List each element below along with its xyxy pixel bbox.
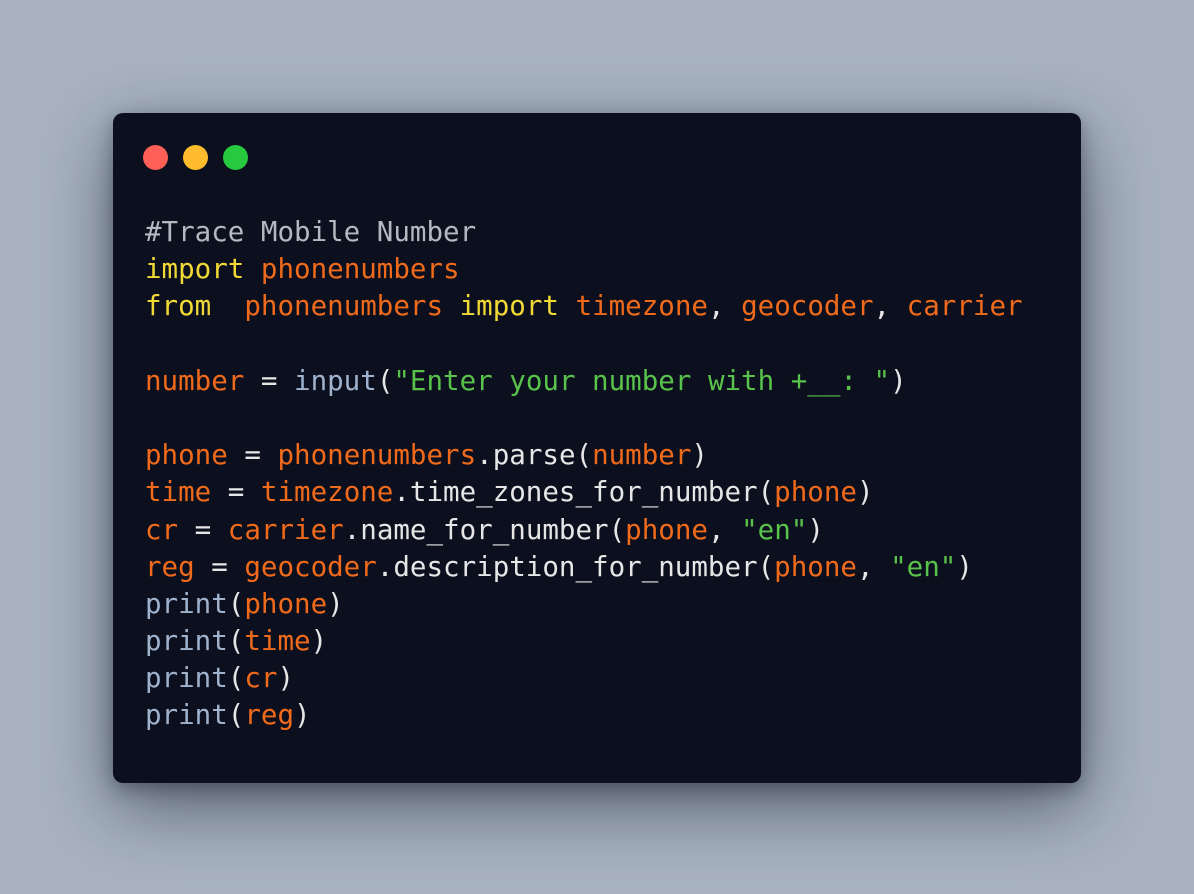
close-button[interactable]: [143, 145, 168, 170]
code-token-identifier: phone: [145, 439, 228, 472]
code-token-identifier: timezone: [575, 290, 708, 323]
code-line: ​: [145, 400, 1061, 437]
code-line: print(time): [145, 623, 1061, 660]
code-token-identifier: carrier: [227, 513, 344, 546]
code-token-identifier: time: [145, 476, 212, 509]
code-token-plain: =: [211, 476, 261, 509]
code-token-plain: (: [227, 625, 245, 658]
code-block: #Trace Mobile Number import phonenumbers f…: [145, 214, 1061, 735]
code-token-plain: ): [277, 662, 295, 695]
code-token-keyword: import: [145, 253, 245, 286]
code-token-identifier: reg: [145, 550, 195, 583]
code-token-builtin: print: [145, 587, 228, 620]
code-token-plain: .name_for_number(: [343, 513, 626, 546]
code-token-plain: ): [294, 699, 311, 732]
code-token-identifier: phonenumbers: [260, 253, 460, 286]
code-token-plain: (: [227, 662, 245, 695]
code-token-plain: =: [178, 513, 228, 546]
code-token-plain: (: [227, 587, 245, 620]
code-token-plain: .parse(: [476, 439, 593, 472]
code-token-identifier: timezone: [260, 476, 394, 509]
code-line: ​: [145, 326, 1061, 363]
code-token-plain: ): [691, 439, 708, 472]
code-token-identifier: cr: [145, 513, 179, 546]
code-line: print(phone): [145, 586, 1061, 623]
code-token-identifier: carrier: [906, 290, 1023, 323]
code-token-identifier: time: [244, 625, 311, 658]
code-line: time = timezone.time_zones_for_number(ph…: [145, 474, 1061, 511]
code-token-builtin: print: [145, 625, 228, 658]
window-controls: [143, 145, 248, 170]
code-token-plain: ): [956, 550, 973, 583]
code-token-identifier: phonenumbers: [277, 439, 477, 472]
code-token-plain: ): [327, 587, 344, 620]
code-token-identifier: phone: [244, 587, 328, 620]
code-token-builtin: print: [145, 699, 228, 732]
code-token-builtin: input: [294, 364, 377, 397]
code-line: phone = phonenumbers.parse(number): [145, 437, 1061, 474]
code-line: reg = geocoder.description_for_number(ph…: [145, 549, 1061, 586]
code-token-plain: =: [244, 364, 295, 397]
code-token-identifier: number: [592, 439, 692, 472]
code-token-plain: =: [194, 550, 245, 583]
minimize-button[interactable]: [183, 145, 208, 170]
code-token-builtin: print: [145, 662, 228, 695]
code-token-plain: .description_for_number(: [376, 550, 775, 583]
code-token-identifier: geocoder: [741, 290, 874, 323]
code-token-plain: ,: [873, 290, 907, 323]
code-token-plain: ,: [707, 513, 742, 546]
code-token-keyword: import: [459, 290, 559, 323]
code-token-plain: ,: [856, 550, 891, 583]
code-token-identifier: cr: [244, 662, 278, 695]
code-line: #Trace Mobile Number: [145, 214, 1061, 251]
code-token-identifier: phone: [774, 550, 857, 583]
code-token-plain: =: [227, 439, 278, 472]
code-token-plain: ): [856, 476, 874, 509]
code-window: #Trace Mobile Number import phonenumbers f…: [113, 113, 1081, 783]
code-token-plain: ): [890, 364, 907, 397]
code-token-identifier: phone: [625, 513, 708, 546]
code-line: number = input("Enter your number with +…: [145, 363, 1061, 400]
code-token-identifier: reg: [244, 699, 295, 732]
code-line: cr = carrier.name_for_number(phone, "en"…: [145, 512, 1061, 549]
code-line: from phonenumbers import timezone, geoco…: [145, 288, 1061, 325]
code-token-plain: .time_zones_for_number(: [393, 476, 775, 509]
code-token-plain: ): [807, 513, 824, 546]
code-token-string: "Enter your number with +__: ": [393, 364, 891, 397]
code-token-string: "en": [741, 513, 808, 546]
code-line: import phonenumbers: [145, 251, 1061, 288]
code-token-plain: (: [376, 364, 394, 397]
code-token-comment: #Trace Mobile Number: [145, 216, 477, 248]
maximize-button[interactable]: [223, 145, 248, 170]
code-token-string: "en": [890, 550, 957, 583]
code-token-identifier: phone: [774, 476, 857, 509]
code-token-keyword: from: [145, 290, 212, 323]
code-line: print(reg): [145, 697, 1061, 734]
code-token-identifier: phonenumbers: [244, 290, 444, 323]
code-token-plain: (: [227, 699, 245, 732]
code-line: print(cr): [145, 660, 1061, 697]
code-token-plain: ): [310, 625, 328, 658]
code-token-identifier: geocoder: [244, 550, 377, 583]
code-token-identifier: number: [145, 364, 245, 397]
code-token-plain: ,: [707, 290, 742, 323]
